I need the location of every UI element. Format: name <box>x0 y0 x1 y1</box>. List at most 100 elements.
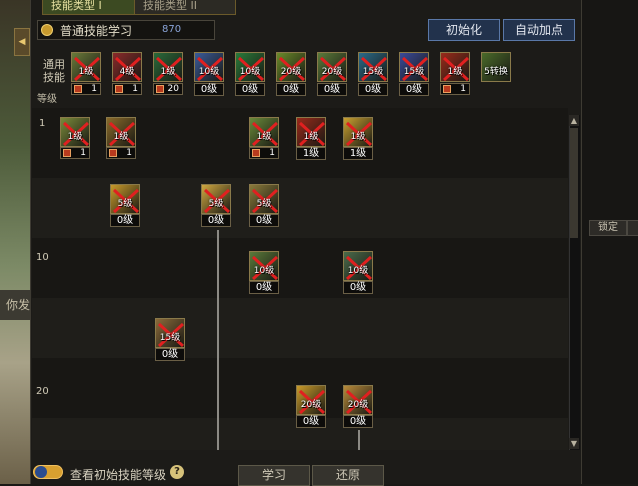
skill-level-box: 0级 <box>155 348 185 361</box>
skill-level-box: 1级 <box>343 147 373 160</box>
skill-icon[interactable]: 15级 <box>155 318 185 348</box>
skill-level-box: 0级 <box>296 415 326 428</box>
skill-required-level: 20级 <box>321 67 343 77</box>
tree-level-label: 1 <box>39 118 46 129</box>
tab-skill-type-2[interactable]: 技能类型 II <box>134 0 236 15</box>
skill-required-level: 15级 <box>362 67 384 77</box>
toggle-knob[interactable] <box>35 466 47 478</box>
common-skills-label: 通用 技能 <box>40 58 68 84</box>
skill-type-label: 普通技能学习 <box>60 24 133 38</box>
skill-icon[interactable]: 10级 <box>343 251 373 281</box>
skill-icon[interactable]: 20级 <box>317 52 347 82</box>
skill-level-box: 0级 <box>194 83 224 96</box>
skill-level-box: 0级 <box>235 83 265 96</box>
auto-assign-button[interactable]: 自动加点 <box>503 19 575 41</box>
skill-icon[interactable]: 1级 <box>71 52 101 82</box>
skill-level-box: 0级 <box>201 214 231 227</box>
skill-icon[interactable]: 5转换 <box>481 52 511 82</box>
skill-icon[interactable]: 1级 <box>153 52 183 82</box>
skill-required-level: 5转换 <box>484 67 508 77</box>
skill-required-level: 1级 <box>447 67 463 77</box>
restore-button[interactable]: 还原 <box>312 465 384 486</box>
skill-badge-value: 1 <box>80 148 86 158</box>
radio-icon[interactable] <box>41 24 53 36</box>
skill-icon[interactable]: 5级 <box>201 184 231 214</box>
skill-mastery-badge: 20 <box>153 83 183 95</box>
skill-level-box: 0级 <box>343 281 373 294</box>
show-initial-label: 查看初始技能等级 <box>70 468 167 482</box>
skill-icon[interactable]: 20级 <box>343 385 373 415</box>
skill-icon[interactable]: 1级 <box>296 117 326 147</box>
learn-button[interactable]: 学习 <box>238 465 310 486</box>
skill-icon[interactable]: 1级 <box>60 117 90 147</box>
mastery-icon <box>115 85 123 93</box>
mastery-icon <box>74 85 82 93</box>
skill-icon[interactable]: 1级 <box>343 117 373 147</box>
reset-button[interactable]: 初始化 <box>428 19 500 41</box>
skill-level-box: 0级 <box>249 281 279 294</box>
skill-required-level: 1级 <box>78 67 94 77</box>
skill-required-level: 20级 <box>347 400 369 410</box>
tree-connector-line <box>358 430 360 450</box>
mastery-icon <box>252 149 260 157</box>
level-label: 等级 <box>37 94 57 105</box>
lock-button[interactable]: 锁定 <box>589 220 627 236</box>
tree-band <box>32 298 568 358</box>
skill-mastery-badge: 1 <box>249 147 279 159</box>
mastery-icon <box>156 85 164 93</box>
skill-level-box: 0级 <box>249 214 279 227</box>
skill-icon[interactable]: 20级 <box>296 385 326 415</box>
mastery-icon <box>443 85 451 93</box>
skill-required-level: 1级 <box>113 132 129 142</box>
skill-icon[interactable]: 15级 <box>358 52 388 82</box>
scrollbar-thumb[interactable] <box>570 128 578 238</box>
tree-level-label: 10 <box>36 252 49 263</box>
skill-required-level: 1级 <box>160 67 176 77</box>
skill-icon[interactable]: 15级 <box>399 52 429 82</box>
skill-required-level: 20级 <box>300 400 322 410</box>
collapse-arrow-icon[interactable]: ◀ <box>14 28 30 56</box>
skill-required-level: 1级 <box>350 132 366 142</box>
skill-icon[interactable]: 10级 <box>194 52 224 82</box>
skill-required-level: 1级 <box>67 132 83 142</box>
skill-required-level: 15级 <box>403 67 425 77</box>
skill-required-level: 20级 <box>280 67 302 77</box>
skill-level-box: 0级 <box>399 83 429 96</box>
skill-required-level: 5级 <box>117 199 133 209</box>
skill-level-box: 0级 <box>317 83 347 96</box>
skill-badge-value: 1 <box>91 84 97 94</box>
skill-icon[interactable]: 20级 <box>276 52 306 82</box>
skill-icon[interactable]: 5级 <box>249 184 279 214</box>
skill-mastery-badge: 1 <box>60 147 90 159</box>
skill-icon[interactable]: 5级 <box>110 184 140 214</box>
skill-badge-value: 1 <box>126 148 132 158</box>
skill-badge-value: 1 <box>269 148 275 158</box>
skill-mastery-badge: 1 <box>71 83 101 95</box>
skill-level-box: 0级 <box>276 83 306 96</box>
tree-level-label: 20 <box>36 386 49 397</box>
mastery-icon <box>109 149 117 157</box>
skill-level-box: 1级 <box>296 147 326 160</box>
skill-level-box: 0级 <box>343 415 373 428</box>
skill-required-level: 10级 <box>347 266 369 276</box>
skill-icon[interactable]: 10级 <box>235 52 265 82</box>
tree-connector-line <box>217 230 219 450</box>
skill-badge-value: 20 <box>167 84 179 94</box>
skill-icon[interactable]: 1级 <box>106 117 136 147</box>
skill-icon[interactable]: 4级 <box>112 52 142 82</box>
lock-toggle-button[interactable] <box>627 220 638 236</box>
skill-required-level: 10级 <box>198 67 220 77</box>
skill-required-level: 5级 <box>208 199 224 209</box>
skill-required-level: 1级 <box>256 132 272 142</box>
skill-badge-value: 1 <box>460 84 466 94</box>
skill-icon[interactable]: 1级 <box>249 117 279 147</box>
common-skills-label-text: 通用 技能 <box>43 58 65 84</box>
game-background-right <box>580 0 638 484</box>
skill-required-level: 10级 <box>239 67 261 77</box>
scroll-up-icon[interactable]: ▲ <box>569 115 579 126</box>
skill-icon[interactable]: 10级 <box>249 251 279 281</box>
help-icon[interactable]: ? <box>170 465 184 479</box>
skill-icon[interactable]: 1级 <box>440 52 470 82</box>
scroll-down-icon[interactable]: ▼ <box>569 438 579 449</box>
skill-required-level: 10级 <box>253 266 275 276</box>
